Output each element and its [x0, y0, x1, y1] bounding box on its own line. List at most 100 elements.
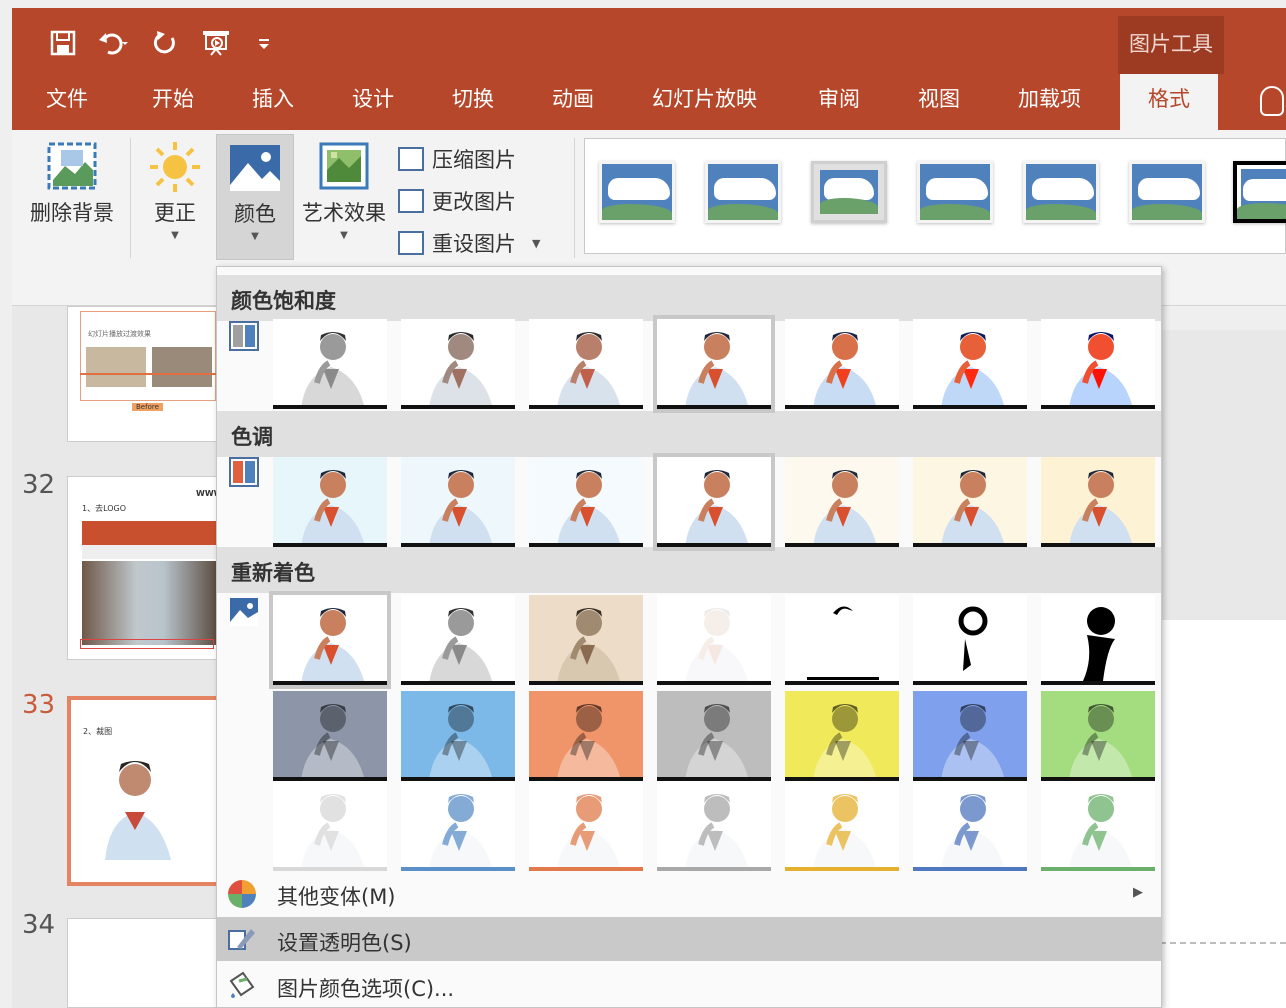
color-wheel-icon [227, 879, 257, 908]
set-transparent-color-icon [227, 925, 257, 953]
picture-style-thumbnail[interactable] [1129, 161, 1205, 223]
recolor-option[interactable] [1041, 691, 1155, 781]
tab-insert[interactable]: 插入 [252, 84, 294, 114]
recolor-option[interactable] [657, 691, 771, 781]
recolor-option[interactable] [529, 595, 643, 685]
color-tone-option[interactable] [401, 457, 515, 547]
tab-transitions[interactable]: 切换 [452, 84, 494, 114]
undo-icon[interactable] [98, 30, 130, 62]
tab-animations[interactable]: 动画 [552, 84, 594, 114]
color-tone-heading: 色调 [217, 411, 1161, 457]
change-picture-button[interactable]: 更改图片 [398, 186, 516, 216]
tell-me-lightbulb-icon[interactable] [1260, 86, 1284, 116]
customize-qat-icon[interactable] [256, 32, 272, 60]
recolor-option[interactable] [1041, 781, 1155, 871]
saturation-option[interactable] [653, 315, 775, 413]
color-tone-option[interactable] [273, 457, 387, 547]
remove-background-button[interactable]: 删除背景 [20, 140, 124, 226]
remove-background-icon [45, 140, 99, 194]
save-icon[interactable] [50, 30, 76, 62]
color-dropdown-menu: 颜色饱和度 色调 重新着色 其他变体(M) ▶ 设置透明色(S) 图片颜色选项(… [216, 266, 1162, 1008]
recolor-option[interactable] [273, 781, 387, 871]
artistic-effects-button[interactable]: 艺术效果 ▼ [298, 140, 390, 241]
color-tone-option[interactable] [1041, 457, 1155, 547]
saturation-option[interactable] [785, 319, 899, 409]
title-bar: 图片工具 [12, 8, 1286, 82]
change-picture-icon [398, 189, 424, 213]
color-tone-option[interactable] [913, 457, 1027, 547]
slide-thumbnail[interactable] [67, 918, 227, 1008]
saturation-option[interactable] [529, 319, 643, 409]
artistic-effects-icon [317, 140, 371, 194]
picture-style-thumbnail[interactable] [1233, 161, 1286, 223]
recolor-option[interactable] [401, 595, 515, 685]
saturation-option[interactable] [273, 319, 387, 409]
recolor-option[interactable] [913, 595, 1027, 685]
picture-styles-gallery [584, 138, 1286, 254]
tab-file[interactable]: 文件 [46, 84, 88, 114]
color-saturation-heading: 颜色饱和度 [217, 275, 1161, 321]
compress-pictures-button[interactable]: 压缩图片 [398, 144, 516, 174]
color-tone-option[interactable] [529, 457, 643, 547]
compress-pictures-icon [398, 147, 424, 171]
recolor-option[interactable] [785, 595, 899, 685]
saturation-option[interactable] [401, 319, 515, 409]
color-tone-option[interactable] [653, 453, 775, 551]
present-from-start-icon[interactable] [200, 28, 234, 64]
chevron-down-icon[interactable]: ▼ [532, 237, 540, 250]
recolor-option[interactable] [913, 781, 1027, 871]
set-transparent-color-menu-item[interactable]: 设置透明色(S) [217, 917, 1161, 961]
saturation-option[interactable] [1041, 319, 1155, 409]
slide-thumbnail-panel: 幻灯片播放过渡效果 Before 32 1、去LOGO WWW 33 2、裁图 … [12, 306, 227, 1008]
more-variations-menu-item[interactable]: 其他变体(M) ▶ [217, 871, 1161, 915]
chevron-down-icon: ▼ [340, 230, 348, 241]
picture-style-thumbnail[interactable] [599, 161, 675, 223]
submenu-arrow-icon: ▶ [1133, 885, 1143, 900]
picture-style-thumbnail[interactable] [917, 161, 993, 223]
saturation-option[interactable] [913, 319, 1027, 409]
recolor-option[interactable] [785, 781, 899, 871]
color-tone-option[interactable] [785, 457, 899, 547]
picture-style-thumbnail[interactable] [811, 161, 887, 223]
chevron-down-icon: ▼ [171, 230, 179, 241]
recolor-icon [229, 597, 259, 627]
tab-addins[interactable]: 加载项 [1018, 84, 1081, 114]
recolor-option[interactable] [657, 781, 771, 871]
recolor-option[interactable] [1041, 595, 1155, 685]
picture-color-options-menu-item[interactable]: 图片颜色选项(C)... [217, 963, 1161, 1007]
tab-review[interactable]: 审阅 [818, 84, 860, 114]
color-button[interactable]: 颜色 ▼ [216, 134, 294, 260]
tab-slideshow[interactable]: 幻灯片放映 [652, 84, 757, 114]
recolor-option[interactable] [529, 691, 643, 781]
ribbon-tab-bar: 文件 开始 插入 设计 切换 动画 幻灯片放映 审阅 视图 加载项 格式 [12, 74, 1286, 130]
recolor-heading: 重新着色 [217, 547, 1161, 593]
tab-design[interactable]: 设计 [352, 84, 394, 114]
picture-color-icon [228, 141, 282, 195]
tab-view[interactable]: 视图 [918, 84, 960, 114]
slide-thumbnail[interactable]: 1、去LOGO WWW [67, 476, 227, 660]
slide-number: 34 [22, 910, 56, 940]
corrections-button[interactable]: 更正 ▼ [138, 140, 212, 241]
picture-color-options-icon [227, 971, 257, 999]
slide-canvas[interactable] [1160, 330, 1286, 1008]
recolor-option[interactable] [785, 691, 899, 781]
repeat-icon[interactable] [152, 30, 178, 62]
recolor-option[interactable] [273, 691, 387, 781]
picture-style-thumbnail[interactable] [1023, 161, 1099, 223]
reset-picture-button[interactable]: 重设图片 ▼ [398, 228, 540, 258]
recolor-option[interactable] [269, 591, 391, 689]
tab-home[interactable]: 开始 [152, 84, 194, 114]
color-tone-icon [229, 457, 259, 487]
slide-thumbnail-selected[interactable]: 2、裁图 [67, 696, 227, 886]
recolor-option[interactable] [401, 781, 515, 871]
reset-picture-icon [398, 231, 424, 255]
recolor-option[interactable] [913, 691, 1027, 781]
tab-format[interactable]: 格式 [1120, 74, 1218, 130]
recolor-option[interactable] [657, 595, 771, 685]
recolor-option[interactable] [529, 781, 643, 871]
slide-thumbnail[interactable]: 幻灯片播放过渡效果 Before [67, 306, 227, 442]
slide-number: 32 [22, 470, 56, 500]
picture-style-thumbnail[interactable] [705, 161, 781, 223]
recolor-option[interactable] [401, 691, 515, 781]
corrections-sun-icon [148, 140, 202, 194]
